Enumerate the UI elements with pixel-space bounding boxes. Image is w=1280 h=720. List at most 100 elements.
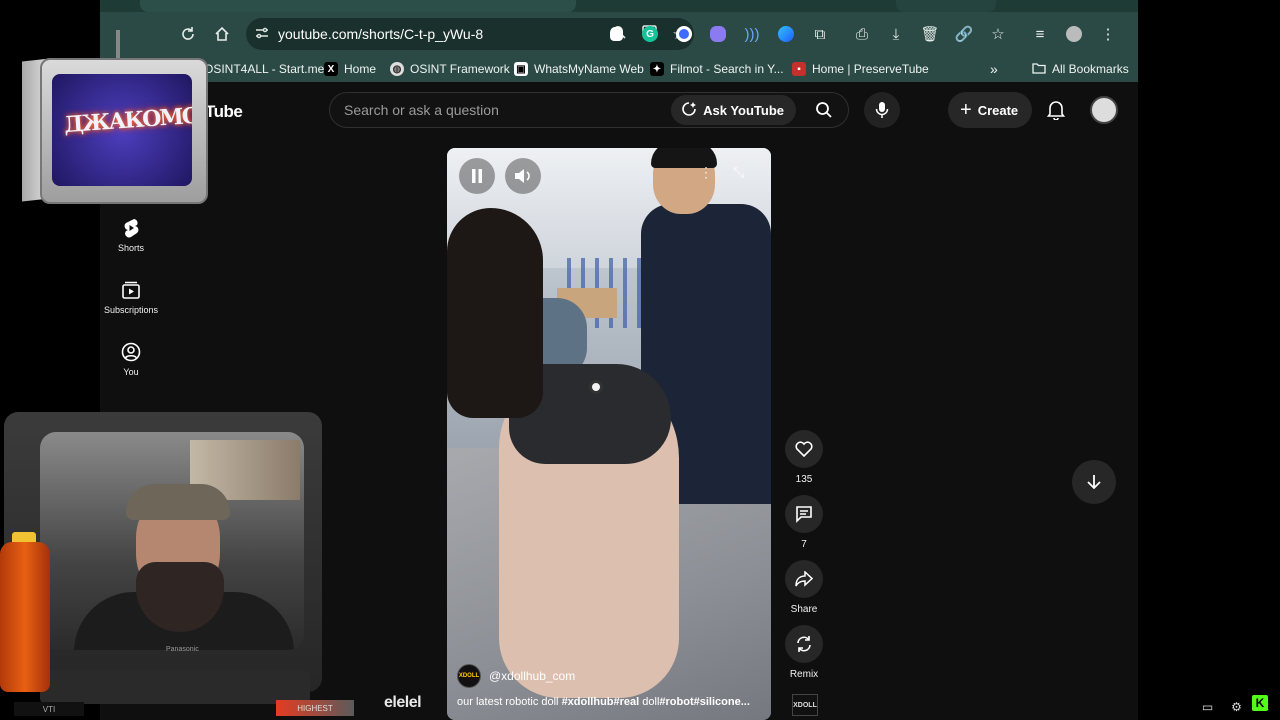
caption-hashtag[interactable]: #real <box>614 696 640 708</box>
stream-scene: youtube.com/shorts/C-t-p_yWu-8 ☆ G ))) ⧉… <box>0 0 1280 720</box>
fullscreen-icon[interactable]: ⤡ <box>733 164 744 181</box>
comment-icon <box>785 495 823 533</box>
tv-screen: ДЖАКОМО <box>52 74 192 186</box>
retro-tv-overlay: ДЖАКОМО <box>22 30 208 206</box>
bookmark-filmot[interactable]: ✦ Filmot - Search in Y... <box>650 56 784 82</box>
channel-handle[interactable]: @xdollhub_com <box>489 669 575 683</box>
sidebar-item-shorts[interactable]: Shorts <box>100 216 162 253</box>
bookmarks-bar: OSINT4ALL - Start.me X Home ◍ OSINT Fram… <box>100 56 1138 82</box>
remix-button[interactable]: Remix <box>784 625 824 680</box>
video-caption[interactable]: our latest robotic doll #xdollhub#real d… <box>457 696 767 708</box>
media-control-icon[interactable]: ≡ <box>1024 18 1056 50</box>
webcam-tv-base <box>40 670 310 704</box>
search-bar[interactable]: Search or ask a question Ask YouTube <box>329 92 849 128</box>
background-tab[interactable] <box>896 0 996 12</box>
home-icon[interactable] <box>206 18 238 50</box>
notifications-bell-icon[interactable] <box>1042 96 1070 124</box>
edge-extension-icon[interactable] <box>770 18 802 50</box>
webcam-overlay: Panasonic VTI HIGHEST <box>0 412 354 720</box>
drink-bottle <box>0 542 50 692</box>
bookmark-label: Home <box>344 62 377 76</box>
like-button[interactable]: 135 <box>784 430 824 485</box>
channel-avatar[interactable]: XDOLL <box>457 664 481 688</box>
wifi-extension-icon[interactable]: ))) <box>736 18 768 50</box>
tv-frame: ДЖАКОМО <box>40 58 208 204</box>
privacy-extension-icon[interactable] <box>668 18 700 50</box>
remix-label: Remix <box>789 669 819 680</box>
more-options-icon[interactable]: ⋮ <box>699 164 713 181</box>
sidebar-item-subscriptions[interactable]: Subscriptions <box>100 278 162 315</box>
bookmark-osint-framework[interactable]: ◍ OSINT Framework <box>390 56 510 82</box>
trash-icon[interactable]: 🗑 <box>914 18 946 50</box>
comments-button[interactable]: 7 <box>784 495 824 550</box>
extensions-bar: G ))) ⧉ ⎙ ⤓ 🗑 🔗 ☆ ≡ ⋮ <box>600 12 1124 56</box>
search-icon[interactable] <box>804 95 844 125</box>
bookmark-label: WhatsMyName Web <box>534 62 644 76</box>
like-count: 135 <box>795 474 813 485</box>
shorts-logo-icon <box>589 380 603 394</box>
caption-text: our latest robotic doll <box>457 696 562 708</box>
webcam-feed <box>40 432 304 650</box>
pause-icon[interactable] <box>459 158 495 194</box>
create-button[interactable]: + Create <box>948 92 1033 128</box>
bookmark-label: OSINT4ALL - Start.me <box>204 62 325 76</box>
folder-icon <box>1032 62 1046 77</box>
link-icon[interactable]: 🔗 <box>948 18 980 50</box>
voice-search-mic-icon[interactable] <box>864 92 900 128</box>
caption-hashtag[interactable]: #robot <box>659 696 693 708</box>
sparkle-icon <box>681 101 697 120</box>
youtube-logo[interactable]: Tube <box>205 102 243 122</box>
share-button[interactable]: Share <box>784 560 824 615</box>
bookmark-label: Filmot - Search in Y... <box>670 62 784 76</box>
favorites-icon[interactable]: ☆ <box>982 18 1014 50</box>
shorts-video-player[interactable]: ⋮ ⤡ XDOLL @xdollhub_com our latest robot… <box>447 148 771 720</box>
grammarly-extension-icon[interactable]: G <box>634 18 666 50</box>
caption-hashtag[interactable]: #silicone... <box>694 696 750 708</box>
tv-antenna <box>116 30 120 60</box>
sound-source-thumbnail[interactable]: XDOLL <box>792 694 818 716</box>
sidebar-item-label: You <box>123 367 139 377</box>
sidebar-item-you[interactable]: You <box>100 340 162 377</box>
snapchat-extension-icon[interactable] <box>600 18 632 50</box>
ask-youtube-button[interactable]: Ask YouTube <box>671 95 796 125</box>
bookmark-osint4all[interactable]: OSINT4ALL - Start.me <box>204 56 324 82</box>
all-bookmarks-label: All Bookmarks <box>1052 62 1129 76</box>
share-icon <box>785 560 823 598</box>
volume-icon[interactable] <box>505 158 541 194</box>
overlay-caption: elelel <box>384 694 422 711</box>
active-tab[interactable] <box>140 0 576 12</box>
webcam-streamer-hat <box>126 484 230 520</box>
whatsmyname-icon: ▣ <box>514 62 528 76</box>
browser-menu-icon[interactable]: ⋮ <box>1092 18 1124 50</box>
bookmark-x-home[interactable]: X Home <box>324 56 376 82</box>
more-bookmarks-chevron[interactable]: » <box>990 56 998 82</box>
chevron-right-icon: » <box>990 61 998 77</box>
bookmark-label: Home | PreserveTube <box>812 62 929 76</box>
channel-info[interactable]: XDOLL @xdollhub_com <box>457 664 575 688</box>
print-icon[interactable]: ⎙ <box>846 18 878 50</box>
bookmark-preservetube[interactable]: ▪ Home | PreserveTube <box>792 56 929 82</box>
extensions-puzzle-icon[interactable]: ⧉ <box>804 18 836 50</box>
next-video-arrow-down-icon[interactable] <box>1072 460 1116 504</box>
download-icon[interactable]: ⤓ <box>880 18 912 50</box>
all-bookmarks-folder[interactable]: All Bookmarks <box>1032 56 1129 82</box>
tv-brand-label: Panasonic <box>166 646 199 653</box>
caption-text: doll <box>639 696 660 708</box>
you-icon <box>100 340 162 364</box>
preservetube-icon: ▪ <box>792 62 806 76</box>
share-label: Share <box>790 604 818 615</box>
settings-gear-icon[interactable]: ⚙ <box>1231 700 1242 714</box>
globe-icon: ◍ <box>390 62 404 76</box>
video-figure-hair <box>447 208 543 418</box>
url-text[interactable]: youtube.com/shorts/C-t-p_yWu-8 <box>278 26 604 42</box>
gamepad-extension-icon[interactable] <box>702 18 734 50</box>
window-icon[interactable]: ▭ <box>1202 700 1213 714</box>
bookmark-whatsmyname[interactable]: ▣ WhatsMyName Web <box>514 56 644 82</box>
account-avatar[interactable] <box>1090 96 1118 124</box>
filmot-icon: ✦ <box>650 62 664 76</box>
caption-hashtag[interactable]: #xdollhub <box>562 696 614 708</box>
site-settings-icon[interactable] <box>246 26 278 43</box>
profile-avatar-icon[interactable] <box>1058 18 1090 50</box>
browser-toolbar: youtube.com/shorts/C-t-p_yWu-8 ☆ G ))) ⧉… <box>100 12 1138 56</box>
tab-strip <box>100 0 1138 12</box>
